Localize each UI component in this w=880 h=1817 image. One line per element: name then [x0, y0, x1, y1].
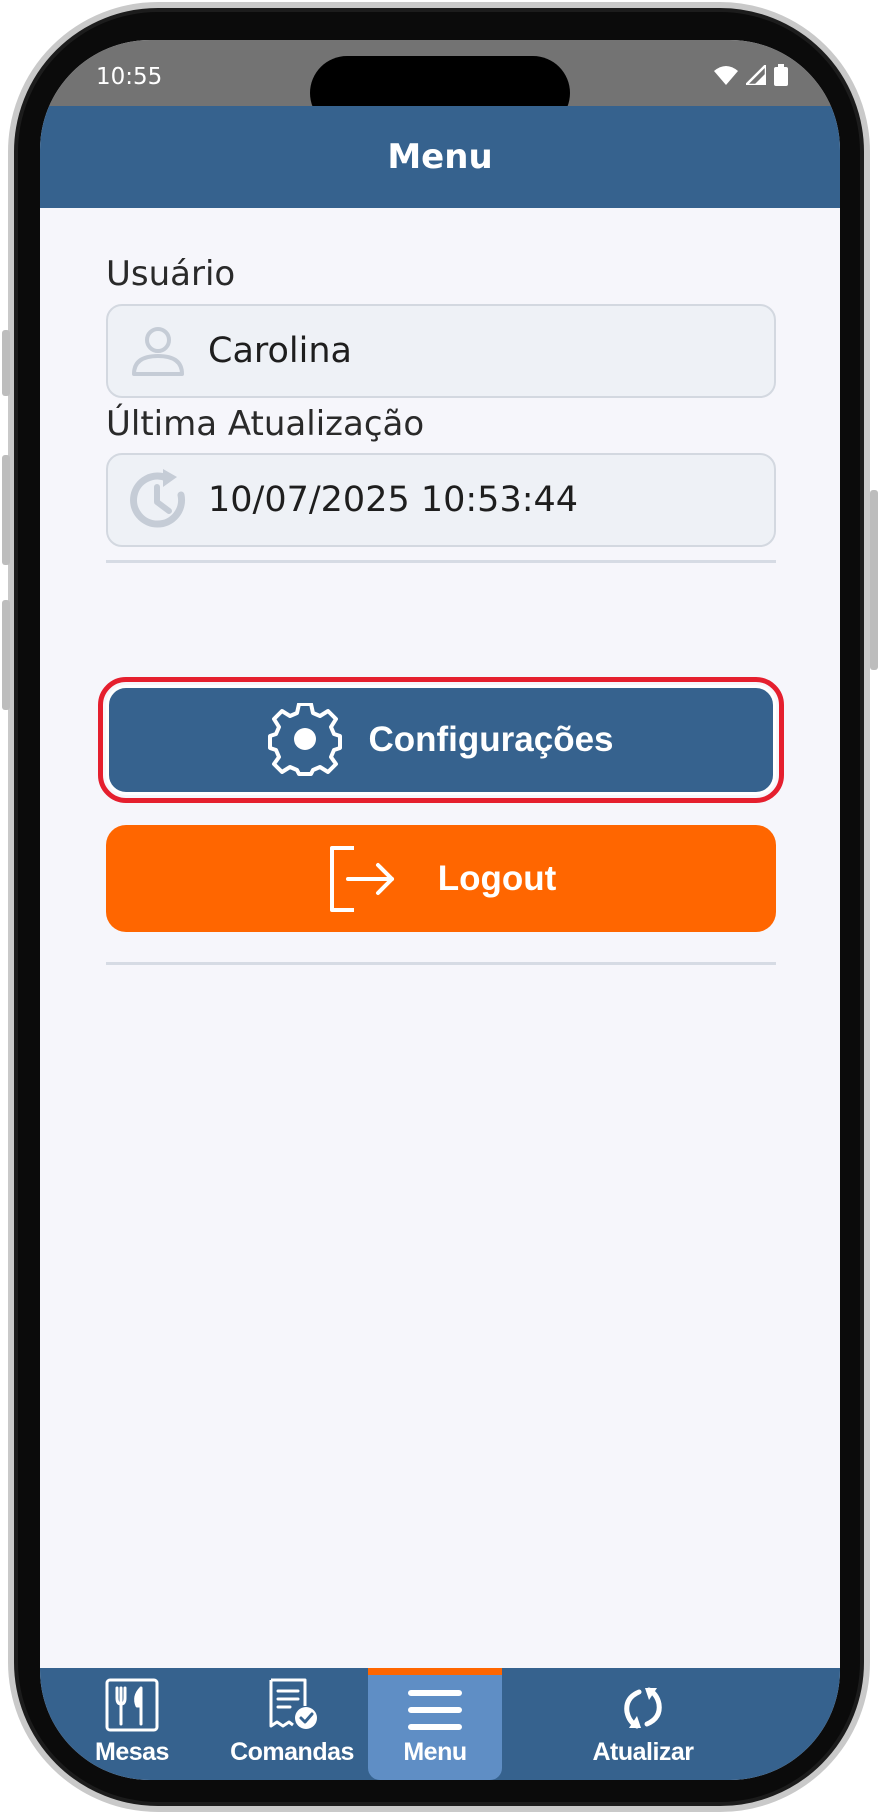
bottom-navigation: Mesas Comandas Menu Atualizar: [40, 1668, 840, 1780]
user-name: Carolina: [208, 331, 352, 371]
battery-icon: [774, 64, 788, 86]
gear-icon: [268, 703, 343, 776]
nav-item-mesas[interactable]: Mesas: [60, 1668, 204, 1780]
status-time: 10:55: [96, 64, 163, 90]
nav-label-menu: Menu: [403, 1738, 467, 1766]
logout-icon: [329, 845, 394, 912]
settings-button-label: Configurações: [368, 720, 614, 759]
receipt-check-icon: [269, 1678, 317, 1729]
user-field: Carolina: [106, 304, 776, 398]
user-icon: [132, 327, 184, 376]
last-update-field: 10/07/2025 10:53:44: [106, 453, 776, 547]
last-update-value: 10/07/2025 10:53:44: [208, 480, 579, 520]
utensils-icon: [105, 1678, 159, 1732]
last-update-label: Última Atualização: [106, 404, 425, 444]
divider-bottom: [106, 962, 776, 965]
user-label: Usuário: [106, 254, 236, 294]
page-title: Menu: [387, 137, 493, 177]
logout-button-label: Logout: [437, 858, 557, 898]
settings-button[interactable]: Configurações: [98, 677, 784, 803]
volume-up-button: [2, 455, 10, 565]
nav-label-mesas: Mesas: [95, 1738, 169, 1766]
nav-label-atualizar: Atualizar: [592, 1738, 694, 1766]
clock-refresh-icon: [130, 469, 186, 528]
nav-item-atualizar[interactable]: Atualizar: [568, 1668, 718, 1780]
signal-icon: [746, 65, 766, 85]
mute-switch: [2, 330, 10, 396]
app-screen: 10:55 Menu Usuário Carolina Última Atual…: [40, 40, 840, 1780]
nav-item-comandas[interactable]: Comandas: [210, 1668, 374, 1780]
hamburger-menu-icon: [408, 1690, 462, 1730]
power-button: [870, 490, 878, 670]
app-header: Menu: [40, 106, 840, 208]
nav-label-comandas: Comandas: [230, 1738, 354, 1766]
logout-button[interactable]: Logout: [106, 825, 776, 932]
volume-down-button: [2, 600, 10, 710]
status-icons: [714, 64, 788, 86]
nav-item-menu[interactable]: Menu: [368, 1668, 502, 1780]
divider-top: [106, 560, 776, 563]
refresh-icon: [624, 1687, 662, 1729]
wifi-icon: [714, 66, 738, 85]
